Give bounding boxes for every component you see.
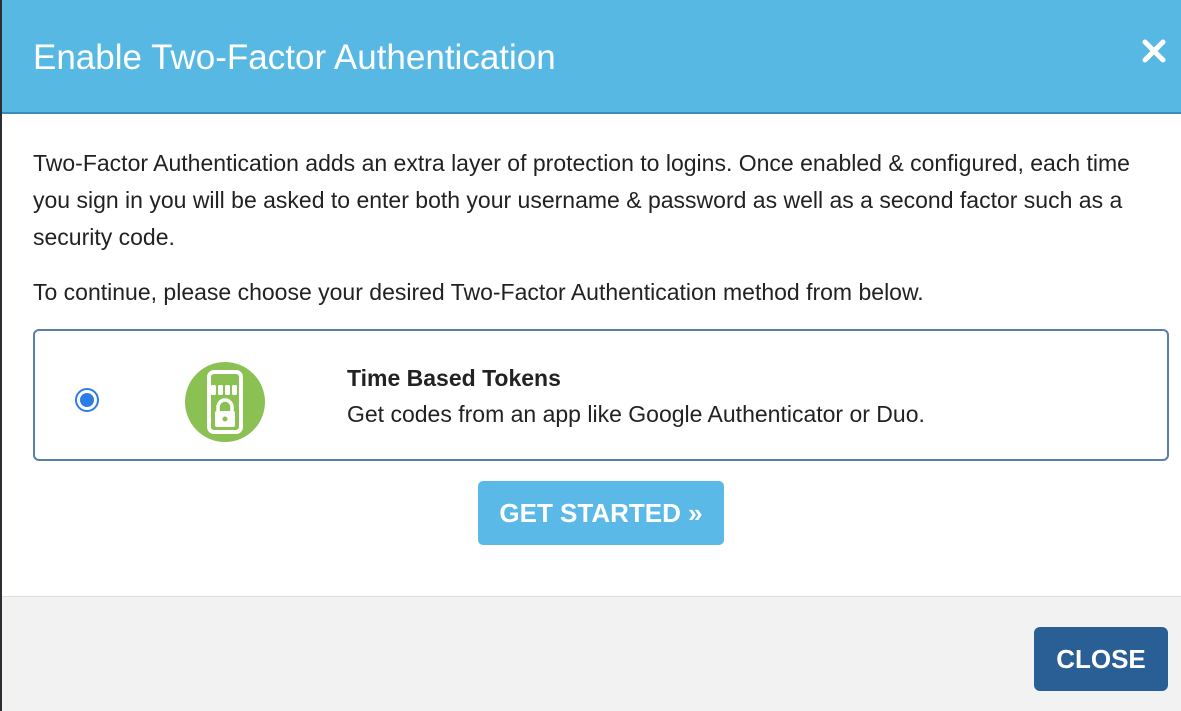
instruction-text: To continue, please choose your desired … xyxy=(33,279,924,305)
get-started-button[interactable]: GET STARTED » xyxy=(478,481,724,545)
close-button[interactable]: CLOSE xyxy=(1034,627,1168,691)
modal-header: Enable Two-Factor Authentication xyxy=(2,0,1181,114)
method-radio[interactable] xyxy=(75,388,99,412)
two-factor-modal: Enable Two-Factor Authentication Two-Fac… xyxy=(0,0,1181,711)
method-option-time-based-tokens[interactable]: Time Based Tokens Get codes from an app … xyxy=(33,329,1169,461)
modal-footer: CLOSE xyxy=(2,596,1181,711)
radio-selected-dot xyxy=(80,393,94,407)
intro-text: Two-Factor Authentication adds an extra … xyxy=(33,150,1130,250)
method-title: Time Based Tokens xyxy=(347,365,561,391)
phone-lock-icon xyxy=(184,361,266,443)
close-icon[interactable] xyxy=(1139,36,1169,66)
modal-title: Enable Two-Factor Authentication xyxy=(33,38,556,77)
modal-body: Two-Factor Authentication adds an extra … xyxy=(2,114,1181,596)
method-description: Get codes from an app like Google Authen… xyxy=(347,401,925,427)
